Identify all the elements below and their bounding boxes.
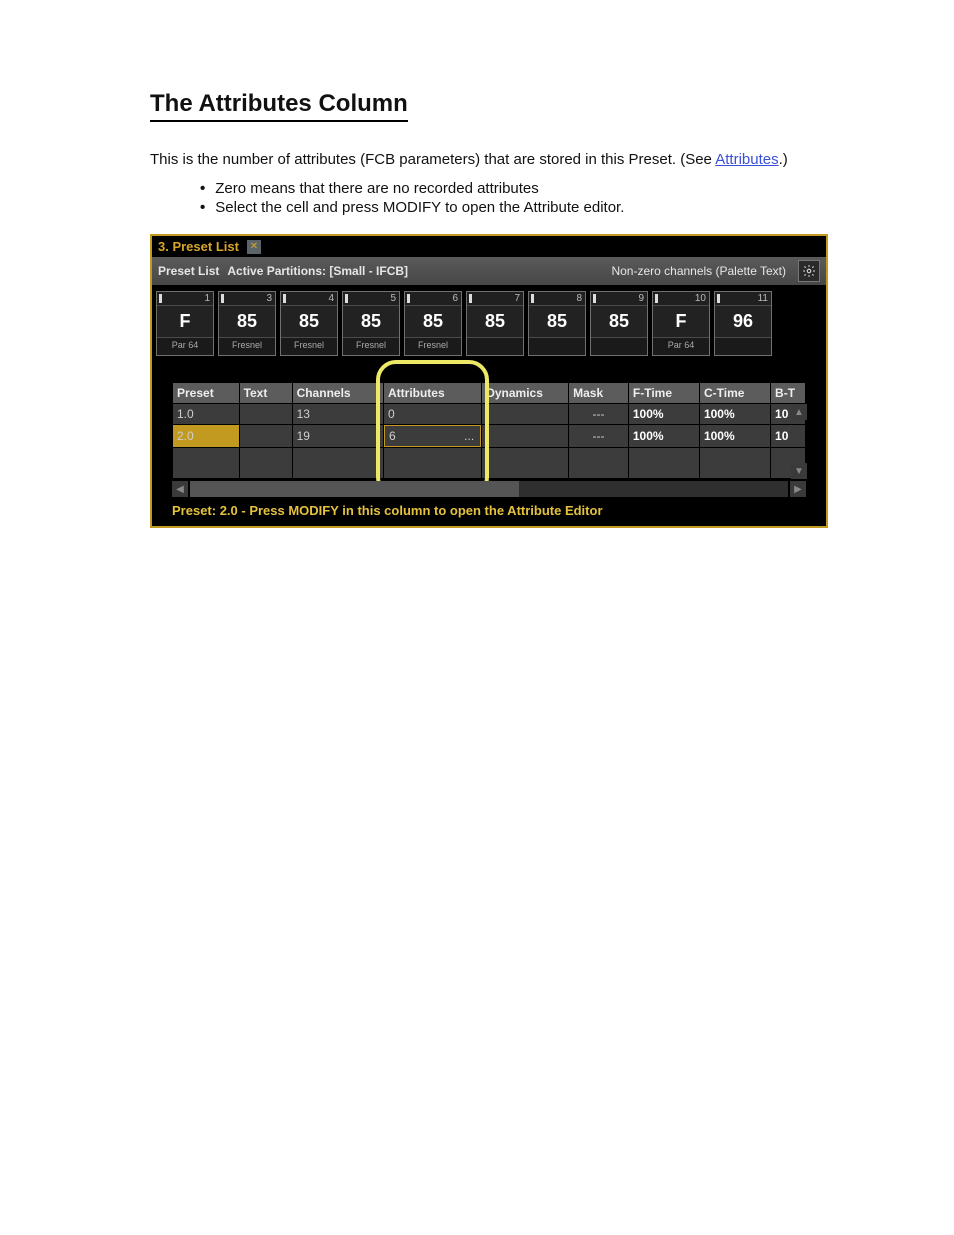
- channel-tile[interactable]: 685Fresnel: [404, 291, 462, 356]
- channel-tile[interactable]: 885: [528, 291, 586, 356]
- tile-label: [529, 338, 585, 355]
- table-cell[interactable]: 2.0: [173, 425, 239, 447]
- table-cell[interactable]: 0: [384, 404, 481, 424]
- scroll-track[interactable]: [190, 481, 788, 497]
- section-heading: The Attributes Column: [150, 90, 408, 122]
- subheader-mode: Non-zero channels (Palette Text): [611, 264, 786, 278]
- table-cell[interactable]: ---: [569, 425, 628, 447]
- tile-label: [591, 338, 647, 355]
- close-icon[interactable]: ✕: [247, 240, 261, 254]
- horizontal-scrollbar[interactable]: ◀ ▶: [172, 481, 806, 497]
- tile-value: F: [157, 306, 213, 338]
- tile-number: 6: [405, 292, 461, 306]
- table-header[interactable]: B-T: [771, 383, 805, 403]
- tile-label: Fresnel: [219, 338, 275, 355]
- channel-tile[interactable]: 785: [466, 291, 524, 356]
- tile-number: 5: [343, 292, 399, 306]
- gear-icon[interactable]: [798, 260, 820, 282]
- table-cell[interactable]: 6...: [384, 425, 481, 447]
- tile-number: 4: [281, 292, 337, 306]
- tile-number: 11: [715, 292, 771, 306]
- tile-label: [467, 338, 523, 355]
- table-header[interactable]: Dynamics: [482, 383, 568, 403]
- panel-subheader: Preset List Active Partitions: [Small - …: [152, 257, 826, 285]
- scroll-down-icon[interactable]: ▼: [791, 463, 807, 479]
- table-cell[interactable]: 100%: [700, 425, 770, 447]
- channel-tile[interactable]: 1FPar 64: [156, 291, 214, 356]
- channel-tile[interactable]: 1196: [714, 291, 772, 356]
- channel-tiles: 1FPar 64385Fresnel485Fresnel585Fresnel68…: [152, 285, 826, 372]
- intro-text-close: .): [779, 151, 788, 168]
- preset-table-wrap: PresetTextChannelsAttributesDynamicsMask…: [172, 382, 806, 479]
- tile-number: 7: [467, 292, 523, 306]
- list-item: •Select the cell and press MODIFY to ope…: [200, 199, 804, 216]
- attributes-link[interactable]: Attributes: [715, 151, 778, 168]
- table-row: [173, 448, 805, 478]
- table-cell[interactable]: [240, 425, 292, 447]
- vertical-scrollbar[interactable]: ▲ ▼: [790, 404, 808, 479]
- tile-number: 10: [653, 292, 709, 306]
- channel-tile[interactable]: 585Fresnel: [342, 291, 400, 356]
- table-row[interactable]: 1.0130---100%100%10: [173, 404, 805, 424]
- scroll-up-icon[interactable]: ▲: [791, 404, 807, 420]
- table-cell[interactable]: [240, 404, 292, 424]
- table-row[interactable]: 2.0196...---100%100%10: [173, 425, 805, 447]
- table-cell[interactable]: 1.0: [173, 404, 239, 424]
- table-cell[interactable]: 13: [293, 404, 383, 424]
- tile-label: Par 64: [157, 338, 213, 355]
- list-item: •Zero means that there are no recorded a…: [200, 180, 804, 197]
- tab-title[interactable]: 3. Preset List: [158, 239, 239, 254]
- table-cell[interactable]: [482, 404, 568, 424]
- tile-value: F: [653, 306, 709, 338]
- subheader-label-b: Active Partitions: [Small - IFCB]: [227, 264, 408, 278]
- status-bar: Preset: 2.0 - Press MODIFY in this colum…: [172, 503, 806, 518]
- tile-number: 1: [157, 292, 213, 306]
- tile-label: Par 64: [653, 338, 709, 355]
- bullet-list: •Zero means that there are no recorded a…: [200, 180, 804, 216]
- tile-label: Fresnel: [343, 338, 399, 355]
- table-header[interactable]: Preset: [173, 383, 239, 403]
- tile-value: 85: [343, 306, 399, 338]
- table-header[interactable]: Mask: [569, 383, 628, 403]
- table-cell[interactable]: 100%: [700, 404, 770, 424]
- tile-value: 85: [529, 306, 585, 338]
- channel-tile[interactable]: 385Fresnel: [218, 291, 276, 356]
- tile-value: 85: [467, 306, 523, 338]
- scroll-right-icon[interactable]: ▶: [790, 481, 806, 497]
- table-header[interactable]: Channels: [293, 383, 383, 403]
- tile-label: Fresnel: [405, 338, 461, 355]
- tile-number: 8: [529, 292, 585, 306]
- tile-value: 85: [405, 306, 461, 338]
- table-cell[interactable]: 19: [293, 425, 383, 447]
- tile-value: 96: [715, 306, 771, 338]
- table-header[interactable]: Attributes: [384, 383, 481, 403]
- tile-label: [715, 338, 771, 355]
- table-header[interactable]: Text: [240, 383, 292, 403]
- tile-value: 85: [219, 306, 275, 338]
- preset-list-panel: 3. Preset List ✕ Preset List Active Part…: [150, 234, 828, 528]
- table-cell[interactable]: 100%: [629, 425, 699, 447]
- intro-paragraph: This is the number of attributes (FCB pa…: [150, 150, 804, 170]
- channel-tile[interactable]: 10FPar 64: [652, 291, 710, 356]
- channel-tile[interactable]: 485Fresnel: [280, 291, 338, 356]
- tile-value: 85: [591, 306, 647, 338]
- intro-text-open: This is the number of attributes (FCB pa…: [150, 151, 715, 168]
- scroll-left-icon[interactable]: ◀: [172, 481, 188, 497]
- panel-titlebar: 3. Preset List ✕: [152, 236, 826, 257]
- scroll-thumb[interactable]: [190, 481, 519, 497]
- table-cell[interactable]: [482, 425, 568, 447]
- channel-tile[interactable]: 985: [590, 291, 648, 356]
- table-cell[interactable]: ---: [569, 404, 628, 424]
- table-header[interactable]: F-Time: [629, 383, 699, 403]
- tile-value: 85: [281, 306, 337, 338]
- tile-number: 9: [591, 292, 647, 306]
- subheader-label-a: Preset List: [158, 264, 219, 278]
- table-header[interactable]: C-Time: [700, 383, 770, 403]
- tile-number: 3: [219, 292, 275, 306]
- preset-table[interactable]: PresetTextChannelsAttributesDynamicsMask…: [172, 382, 806, 479]
- table-cell[interactable]: 100%: [629, 404, 699, 424]
- tile-label: Fresnel: [281, 338, 337, 355]
